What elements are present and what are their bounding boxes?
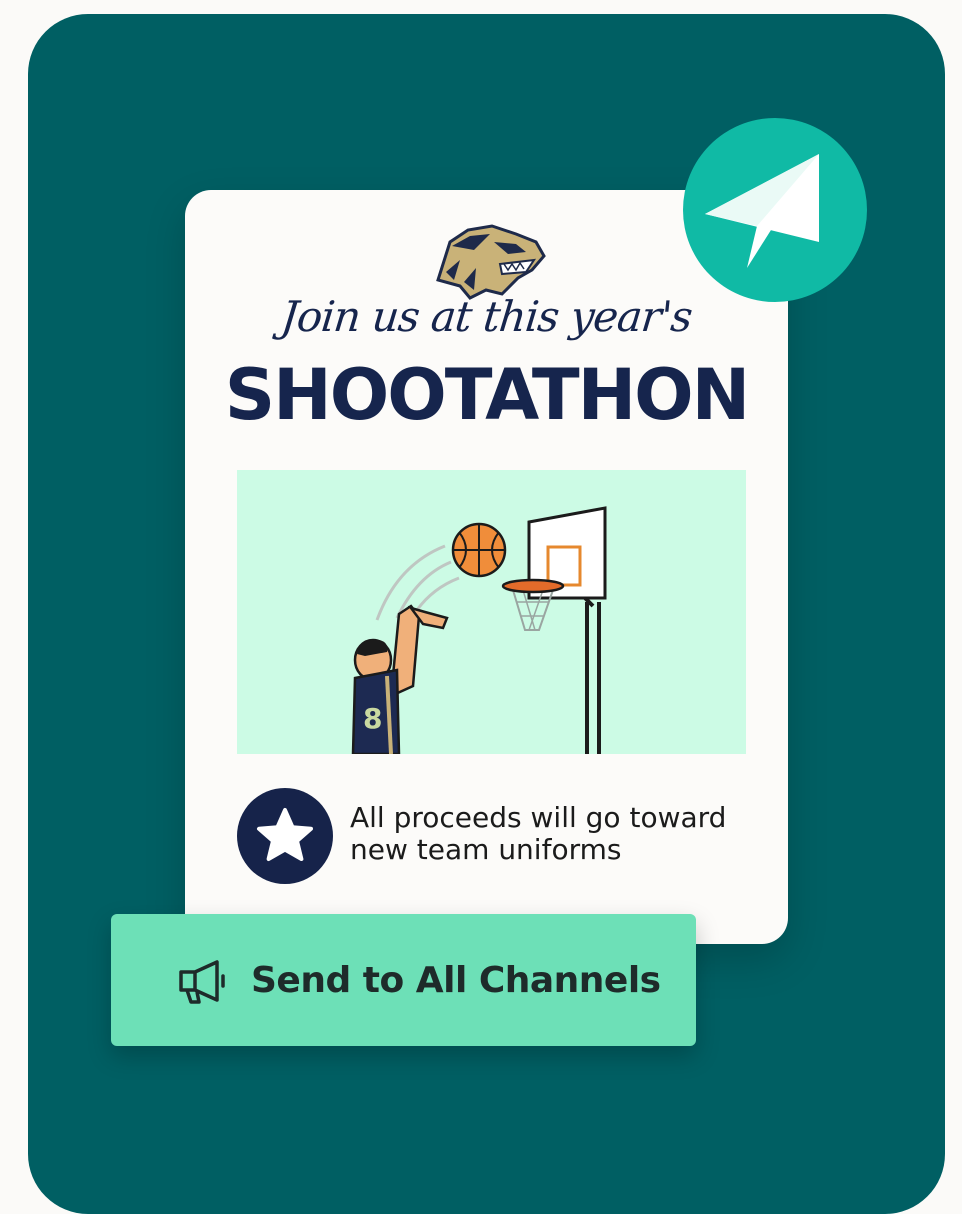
flyer-card: Join us at this year's SHOOTATHON 8 All …: [185, 190, 788, 944]
paper-plane-icon: [705, 154, 819, 268]
star-badge: [237, 788, 333, 884]
hoop-pole: [585, 602, 601, 754]
motion-arc: [415, 576, 460, 611]
hoop-rim: [501, 578, 565, 631]
megaphone-icon: [179, 960, 225, 1004]
player: 8: [351, 604, 449, 754]
basketball: [451, 522, 507, 578]
note-line-2: new team uniforms: [350, 833, 622, 866]
info-note: All proceeds will go toward new team uni…: [237, 788, 757, 888]
jersey-number: 8: [363, 702, 382, 735]
note-text: All proceeds will go toward new team uni…: [350, 802, 760, 866]
star-icon: [257, 808, 313, 861]
event-title: SHOOTATHON: [224, 354, 751, 436]
basketball-scene: 8: [351, 506, 607, 754]
basketball-illustration: 8: [237, 470, 746, 754]
note-line-1: All proceeds will go toward: [350, 801, 727, 834]
send-bubble: [683, 118, 867, 302]
send-button-label: Send to All Channels: [251, 960, 661, 1001]
send-to-all-channels-button[interactable]: Send to All Channels: [111, 914, 696, 1046]
